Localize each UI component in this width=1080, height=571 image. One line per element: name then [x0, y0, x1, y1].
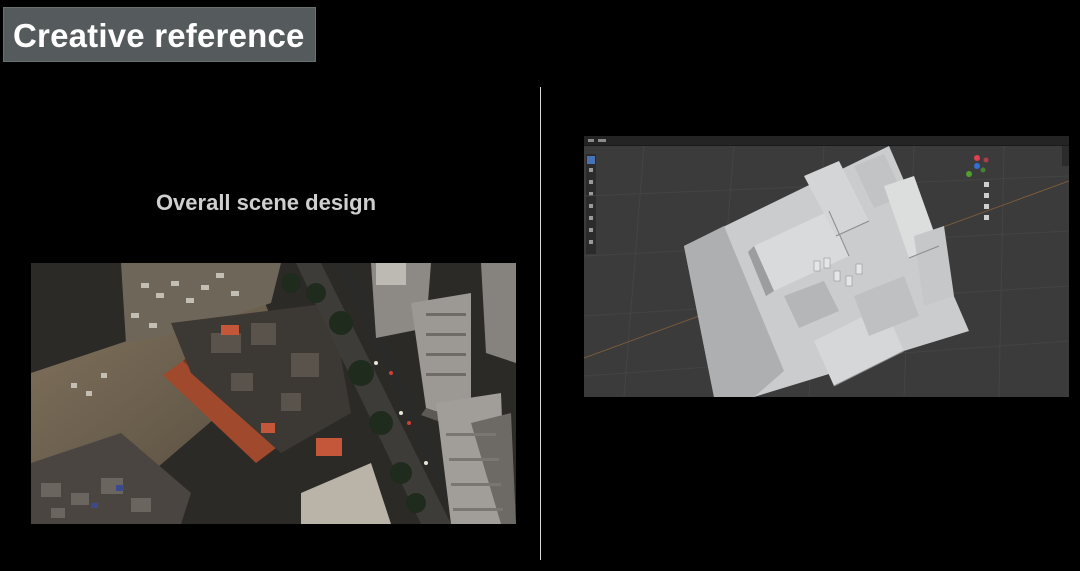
- vertical-divider: [540, 87, 541, 560]
- title-box: Creative reference: [3, 7, 316, 62]
- section-subtitle: Overall scene design: [155, 190, 377, 215]
- aerial-photo: [31, 263, 516, 524]
- 3d-viewport[interactable]: [584, 136, 1069, 397]
- 3d-viewport-graphic: [584, 136, 1069, 397]
- page-title: Creative reference: [13, 17, 305, 54]
- aerial-photo-graphic: [31, 263, 516, 524]
